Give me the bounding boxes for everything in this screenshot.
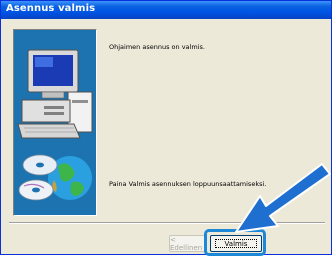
side-illustration-panel (13, 29, 97, 216)
completion-message: Ohjaimen asennus on valmis. (109, 43, 205, 51)
title-bar[interactable]: Asennus valmis (1, 1, 331, 19)
computer-and-globe-icon (17, 49, 93, 201)
back-button[interactable]: < Edellinen (169, 235, 207, 252)
window-title: Asennus valmis (6, 3, 96, 14)
arrow-icon (235, 163, 331, 233)
